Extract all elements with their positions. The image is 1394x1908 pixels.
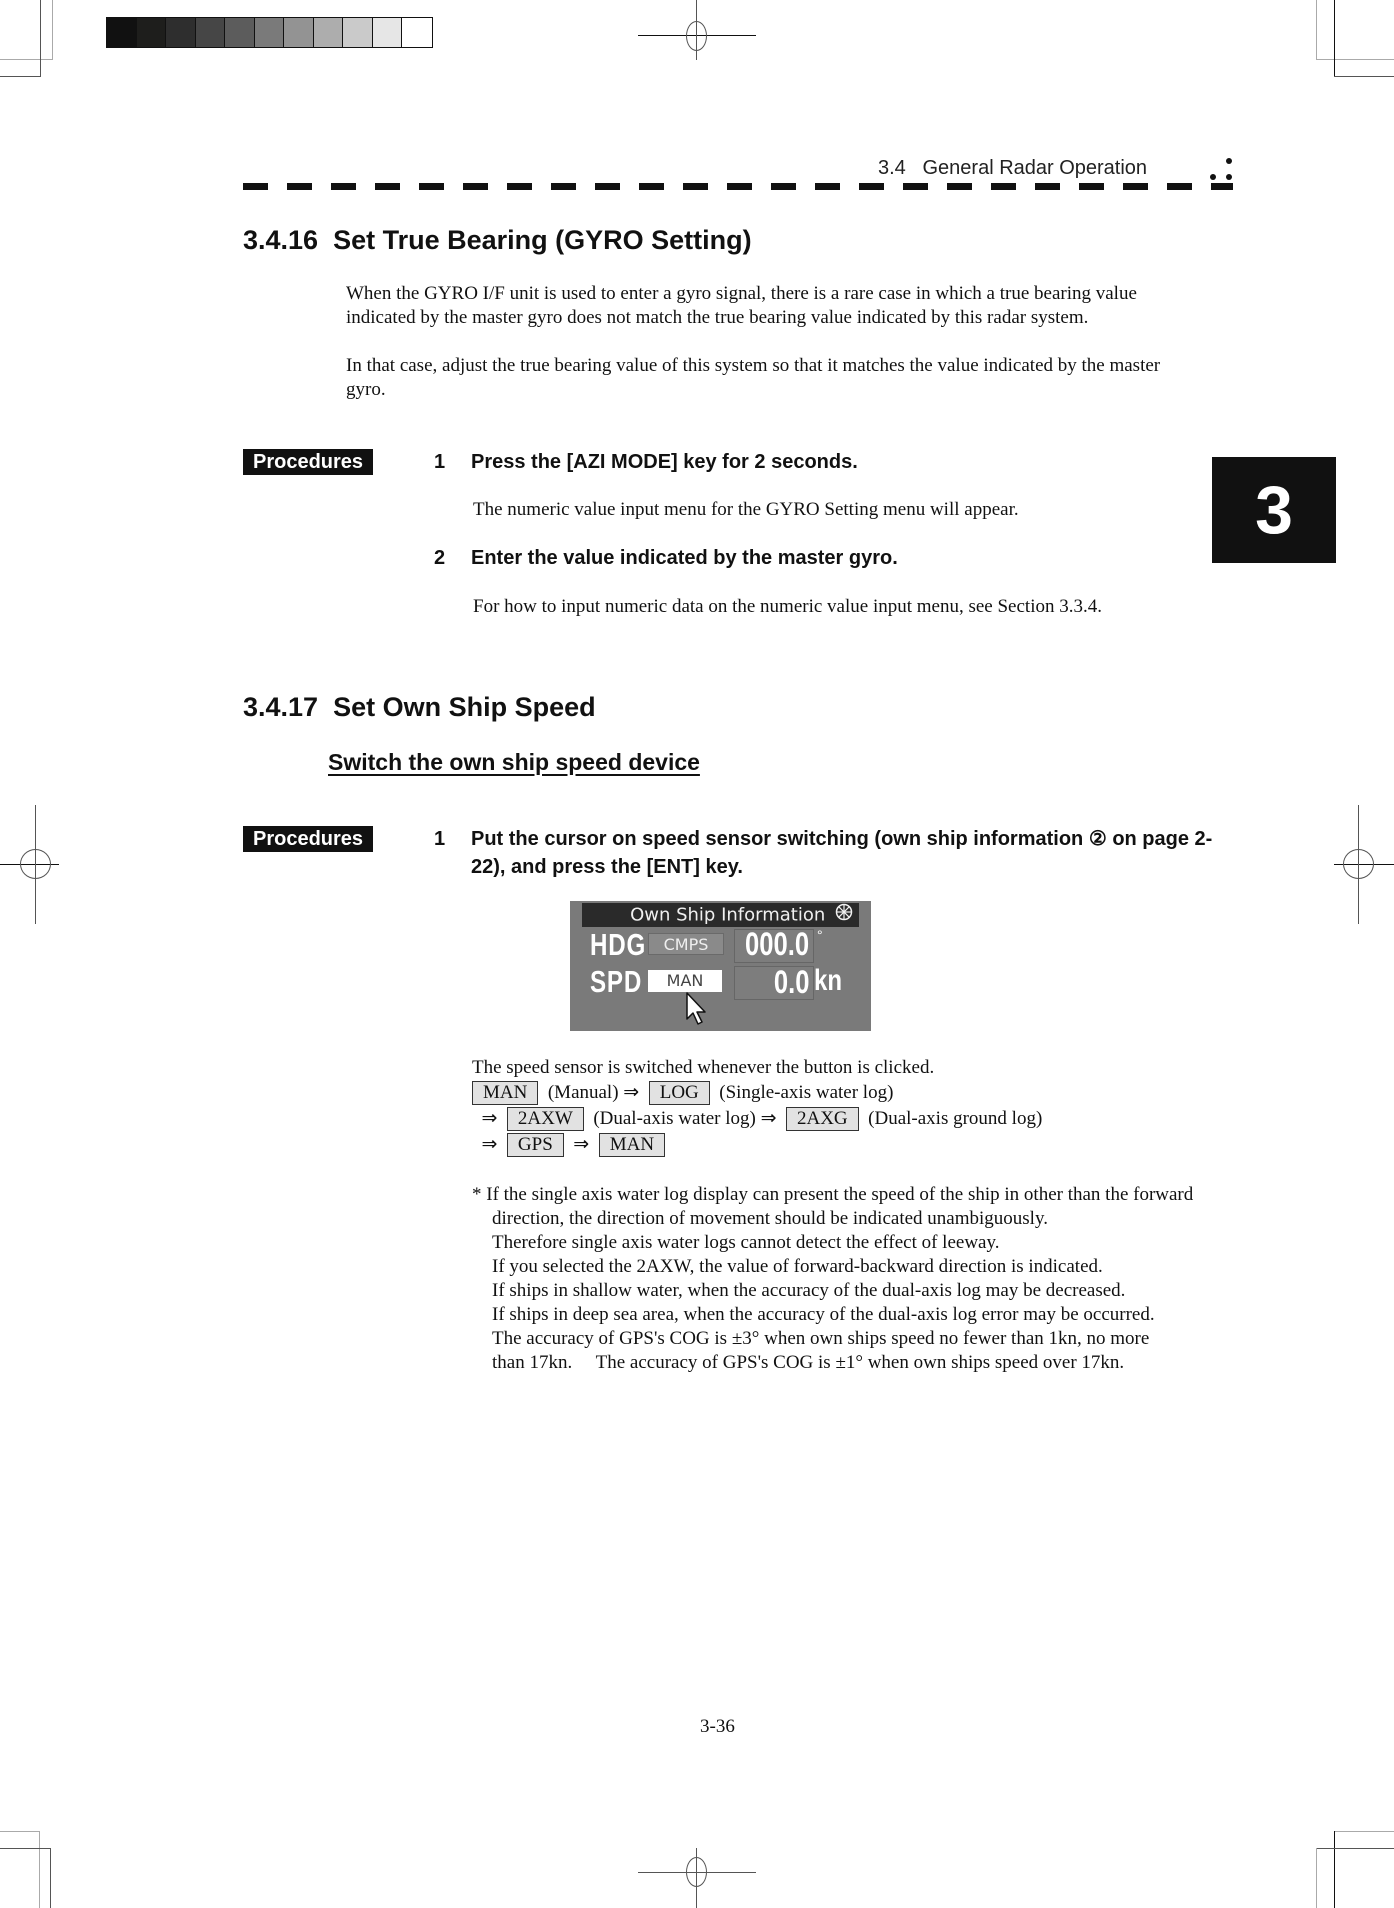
arrow-icon: ⇒ (760, 1108, 777, 1129)
key-man: MAN (472, 1081, 539, 1105)
section-heading-3-4-17: 3.4.17 Set Own Ship Speed (243, 692, 596, 723)
color-swatch (166, 18, 196, 47)
panel-title: Own Ship Information (630, 904, 826, 926)
color-swatch (225, 18, 255, 47)
header-section-number: 3.4 (878, 157, 906, 179)
color-swatch (254, 18, 284, 47)
key-desc: (Dual-axis water log) (593, 1108, 756, 1129)
footnote-line: * If the single axis water log display c… (472, 1183, 1212, 1231)
spd-unit: kn (814, 964, 843, 997)
color-swatch (136, 18, 166, 47)
color-swatch (107, 18, 137, 47)
procedures-badge: Procedures (243, 826, 374, 852)
procedures-badge: Procedures (243, 449, 374, 475)
mouse-cursor-icon (685, 991, 709, 1032)
footnote-line: The accuracy of GPS's COG is ±3° when ow… (492, 1328, 1150, 1373)
own-ship-information-panel: Own Ship Information HDG CMPS 000.0 ° SP… (570, 901, 871, 1031)
color-swatch (284, 18, 314, 47)
panel-title-bar: Own Ship Information (582, 903, 859, 927)
running-header: 3.4 General Radar Operation (878, 157, 1147, 180)
color-swatch (313, 18, 343, 47)
step-instruction: Press the [AZI MODE] key for 2 seconds. (471, 451, 858, 473)
section-number: 3.4.17 (243, 692, 319, 722)
footnote-line: If ships in shallow water, when the accu… (492, 1280, 1126, 1301)
step-number: 1 (434, 828, 446, 850)
section-number: 3.4.16 (243, 225, 319, 255)
step-instruction: Enter the value indicated by the master … (471, 547, 898, 569)
sequence-line-3: ⇒ GPS ⇒ MAN (472, 1132, 666, 1157)
color-swatch (195, 18, 225, 47)
arrow-icon: ⇒ (623, 1082, 640, 1103)
section-title: Set Own Ship Speed (333, 692, 596, 722)
spd-source-button[interactable]: MAN (648, 970, 722, 992)
spd-label: SPD (590, 964, 643, 999)
arrow-icon: ⇒ (481, 1134, 498, 1155)
page-number: 3-36 (700, 1716, 735, 1737)
hdg-unit: ° (817, 927, 823, 943)
intro-paragraph-2: In that case, adjust the true bearing va… (346, 355, 1161, 400)
step-number: 2 (434, 547, 446, 569)
footnote: * If the single axis water log display c… (472, 1183, 1212, 1375)
footnote-line: If you selected the 2AXW, the value of f… (492, 1256, 1103, 1277)
step-number: 1 (434, 451, 446, 473)
header-section-title: General Radar Operation (922, 157, 1148, 179)
key-man: MAN (598, 1133, 666, 1157)
hdg-label: HDG (590, 927, 647, 962)
key-desc: (Manual) (547, 1082, 619, 1103)
header-dashed-rule (243, 183, 1233, 190)
switch-note: The speed sensor is switched whenever th… (472, 1057, 935, 1078)
arrow-icon: ⇒ (481, 1108, 498, 1129)
hdg-value: 000.0 (744, 926, 809, 962)
hdg-source-button[interactable]: CMPS (648, 933, 724, 955)
step-2-detail: For how to input numeric data on the num… (473, 596, 1102, 617)
step-instruction: Put the cursor on speed sensor switching… (471, 828, 1213, 878)
arrow-icon: ⇒ (573, 1134, 590, 1155)
key-desc: (Dual-axis ground log) (868, 1108, 1043, 1129)
intro-paragraph-1: When the GYRO I/F unit is used to enter … (346, 283, 1137, 328)
footnote-marker: * (472, 1184, 482, 1205)
compass-wheel-icon (835, 903, 853, 928)
step-1-detail: The numeric value input menu for the GYR… (473, 499, 1019, 520)
section-heading-3-4-16: 3.4.16 Set True Bearing (GYRO Setting) (243, 225, 752, 256)
sequence-line-2: ⇒ 2AXW (Dual-axis water log) ⇒ 2AXG (Dua… (472, 1106, 1042, 1131)
key-desc: (Single-axis water log) (719, 1082, 894, 1103)
subheading-switch-speed-device: Switch the own ship speed device (328, 749, 700, 775)
footnote-text: If the single axis water log display can… (486, 1184, 1194, 1229)
footnote-line: Therefore single axis water logs cannot … (492, 1232, 1000, 1253)
color-swatch (402, 18, 432, 47)
color-calibration-bar (106, 17, 433, 48)
key-2axg: 2AXG (785, 1107, 859, 1131)
key-gps: GPS (506, 1133, 564, 1157)
spd-value: 0.0 (773, 964, 809, 1000)
key-log: LOG (648, 1081, 710, 1105)
color-swatch (343, 18, 373, 47)
key-2axw: 2AXW (506, 1107, 584, 1131)
footnote-line: If ships in deep sea area, when the accu… (492, 1304, 1155, 1325)
section-title: Set True Bearing (GYRO Setting) (333, 225, 752, 255)
color-swatch (372, 18, 402, 47)
sequence-line-1: MAN (Manual) ⇒ LOG (Single-axis water lo… (472, 1080, 893, 1105)
